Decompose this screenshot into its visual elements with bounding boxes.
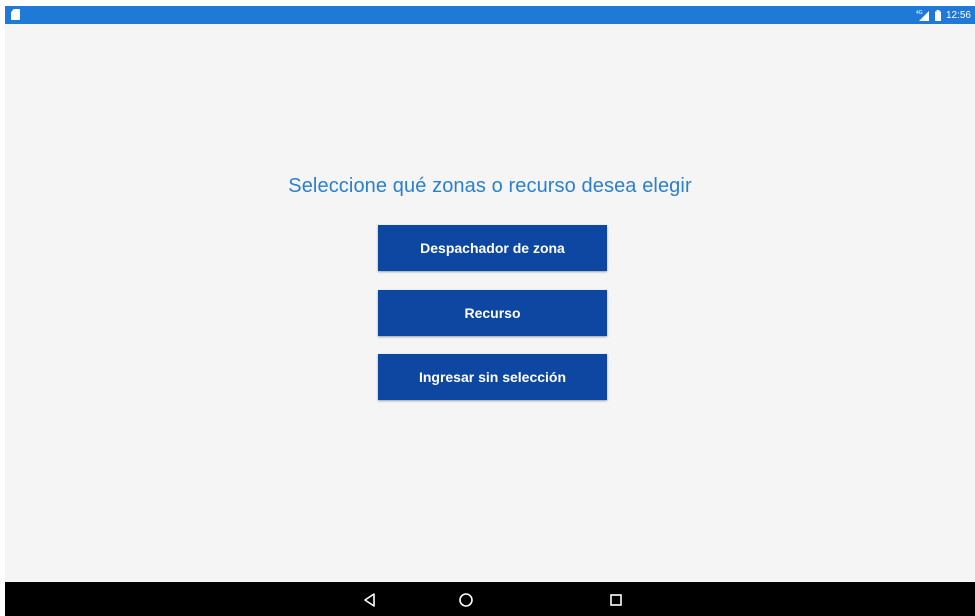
- navigation-bar: [5, 582, 975, 616]
- svg-text:4G: 4G: [916, 10, 923, 16]
- zone-dispatcher-button[interactable]: Despachador de zona: [378, 225, 607, 271]
- app-screen: 4G 12:56 Seleccione qué zonas o recurso …: [5, 6, 975, 616]
- status-bar: 4G 12:56: [5, 6, 975, 24]
- home-icon[interactable]: [456, 590, 476, 610]
- recents-icon[interactable]: [606, 590, 626, 610]
- sd-card-icon: [11, 9, 20, 20]
- page-title: Seleccione qué zonas o recurso desea ele…: [288, 175, 692, 197]
- battery-icon: [934, 9, 941, 21]
- signal-icon: 4G: [916, 9, 930, 21]
- enter-without-selection-button[interactable]: Ingresar sin selección: [378, 354, 607, 400]
- back-icon[interactable]: [360, 590, 380, 610]
- status-indicators: 4G 12:56: [916, 6, 971, 24]
- clock: 12:56: [945, 9, 971, 21]
- resource-button[interactable]: Recurso: [378, 290, 607, 336]
- main-content: Seleccione qué zonas o recurso desea ele…: [5, 24, 975, 582]
